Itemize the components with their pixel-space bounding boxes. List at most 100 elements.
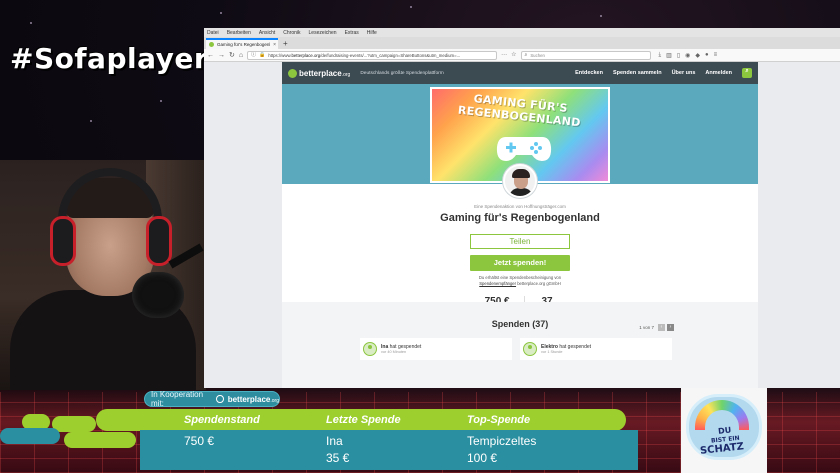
donate-button[interactable]: Jetzt spenden!	[470, 255, 570, 271]
top-donor-name: Tempiczeltes	[467, 434, 537, 448]
menu-item[interactable]: Extras	[345, 30, 359, 36]
decor-pill	[64, 432, 136, 448]
pager-text: 1 von 7	[639, 325, 654, 330]
decor-pill	[0, 428, 60, 444]
donations-section: Spenden (37) 1 von 7 ‹ › Ina hat gespend…	[282, 302, 758, 388]
star	[600, 15, 602, 17]
download-icon[interactable]: ⤓	[659, 52, 662, 59]
menu-item[interactable]: Lesezeichen	[309, 30, 337, 36]
microphone	[132, 272, 184, 318]
prev-page-icon[interactable]: ‹	[658, 324, 665, 331]
reload-icon[interactable]: ↻	[229, 52, 235, 59]
url-text: https://www.betterplace.org/de/fundraisi…	[268, 52, 461, 58]
cooperation-label: In Kooperation mit:	[151, 390, 204, 408]
site-tagline: Deutschlands größte Spendenplattform	[360, 70, 444, 76]
menu-icon[interactable]: ≡	[714, 52, 718, 59]
channel-tag: #Sofaplayer	[10, 42, 209, 75]
toolbar-icons: ⤓ ▥ ▯ ◉ ◆ ● ≡	[659, 52, 718, 59]
donation-item[interactable]: Ina hat gespendet vor 40 Minuten	[360, 338, 512, 360]
donations-title: Spenden (37)	[491, 319, 549, 329]
site-logo[interactable]: betterplace.org	[288, 68, 351, 78]
lock-icon: 🔒	[259, 51, 266, 58]
star	[160, 100, 162, 102]
star	[220, 12, 222, 14]
menu-bar: Datei Bearbeiten Ansicht Chronik Lesezei…	[204, 28, 840, 37]
headset-earcup	[50, 216, 76, 266]
browser-tab[interactable]: Gaming für's Regenbogenland ×	[206, 38, 278, 49]
campaign-title: Gaming für's Regenbogenland	[440, 212, 600, 224]
menu-item[interactable]: Hilfe	[367, 30, 377, 36]
star	[90, 120, 92, 122]
site-nav: Entdecken Spenden sammeln Über uns Anmel…	[575, 68, 752, 78]
receipt-note: Du erhältst eine Spendenbescheinigung vo…	[478, 275, 562, 286]
pagination: 1 von 7 ‹ ›	[639, 324, 674, 331]
last-donation-amount: 35 €	[326, 451, 350, 465]
cooperation-logo: betterplace	[227, 394, 271, 404]
new-tab-icon[interactable]: +	[278, 38, 293, 49]
top-donation-amount: 100 €	[467, 451, 498, 465]
hero-section: GAMING FÜR'S REGENBOGENLAND	[282, 84, 758, 198]
campaign-info: Eine Spendenaktion von Hoffnungsträger.c…	[282, 204, 758, 318]
campaign-byline: Eine Spendenaktion von Hoffnungsträger.c…	[474, 204, 566, 209]
extension-icon[interactable]: ◆	[695, 52, 700, 59]
page-viewport: betterplace.org Deutschlands größte Spen…	[204, 62, 840, 388]
more-icon[interactable]: ···	[501, 52, 507, 59]
home-icon[interactable]: ⌂	[239, 52, 243, 59]
site-header: betterplace.org Deutschlands größte Spen…	[282, 62, 758, 84]
url-bar[interactable]: ⓘ 🔒 https://www.betterplace.org/de/fundr…	[247, 50, 498, 60]
donor-avatar-icon	[523, 342, 537, 356]
col-header-top-spende: Top-Spende	[467, 414, 531, 426]
menu-item[interactable]: Datei	[207, 30, 219, 36]
tab-bar: Gaming für's Regenbogenland × +	[204, 37, 840, 49]
last-donor-name: Ina	[326, 434, 343, 448]
organizer-avatar[interactable]	[503, 164, 537, 198]
nav-item-ueber-uns[interactable]: Über uns	[672, 70, 696, 76]
decor-pill	[52, 416, 96, 432]
webcam-feed	[0, 160, 206, 390]
donor-avatar-icon	[363, 342, 377, 356]
menu-item[interactable]: Bearbeiten	[227, 30, 251, 36]
col-header-letzte-spende: Letzte Spende	[326, 414, 401, 426]
menu-item[interactable]: Chronik	[283, 30, 300, 36]
search-field[interactable]: ⌕ Suchen	[520, 50, 651, 60]
search-icon: ⌕	[524, 51, 528, 58]
info-icon[interactable]: ⓘ	[251, 52, 256, 59]
gamepad-icon	[496, 137, 552, 161]
nav-item-anmelden[interactable]: Anmelden	[705, 70, 732, 76]
forward-icon[interactable]: →	[218, 52, 225, 59]
col-header-spendenstand: Spendenstand	[184, 414, 260, 426]
logo-text: betterplace	[299, 68, 342, 78]
nav-bar: ← → ↻ ⌂ ⓘ 🔒 https://www.betterplace.org/…	[204, 49, 840, 62]
banner-title: GAMING FÜR'S REGENBOGENLAND	[457, 92, 582, 130]
overlay-value-bar	[140, 430, 638, 470]
extension-icon[interactable]: ●	[705, 52, 709, 59]
search-placeholder: Suchen	[530, 52, 545, 58]
star	[30, 22, 32, 24]
nav-item-spenden-sammeln[interactable]: Spenden sammeln	[613, 70, 662, 76]
heart-icon	[288, 68, 297, 78]
donation-item[interactable]: Elektro hat gespendet vor 1 Stunde	[520, 338, 672, 360]
star	[410, 6, 412, 8]
library-icon[interactable]: ▥	[666, 52, 672, 59]
browser-window: Datei Bearbeiten Ansicht Chronik Lesezei…	[204, 28, 840, 388]
heart-icon	[216, 395, 224, 403]
menu-item[interactable]: Ansicht	[259, 30, 275, 36]
tab-title: Gaming für's Regenbogenland	[217, 42, 270, 47]
sidebar-icon[interactable]: ▯	[677, 52, 680, 59]
headset-earcup	[146, 216, 172, 266]
nav-item-entdecken[interactable]: Entdecken	[575, 70, 603, 76]
cooperation-badge: In Kooperation mit: betterplace.org	[144, 390, 280, 408]
spendenstand-value: 750 €	[184, 434, 215, 448]
betterplace-page: betterplace.org Deutschlands größte Spen…	[282, 62, 758, 388]
bookmark-icon[interactable]: ☆	[511, 52, 516, 59]
logo-suffix: .org	[341, 71, 351, 78]
back-icon[interactable]: ←	[207, 52, 214, 59]
search-icon[interactable]: ⌕	[742, 68, 752, 78]
receipt-link[interactable]: Spendenempfänger	[479, 281, 516, 286]
share-button[interactable]: Teilen	[470, 234, 570, 249]
favicon-icon	[209, 42, 214, 47]
extension-icon[interactable]: ◉	[685, 52, 690, 59]
next-page-icon[interactable]: ›	[667, 324, 674, 331]
cooperation-logo-suffix: .org	[270, 397, 279, 404]
rainbow-sticker: DU BIST EIN SCHATZ	[681, 388, 767, 473]
